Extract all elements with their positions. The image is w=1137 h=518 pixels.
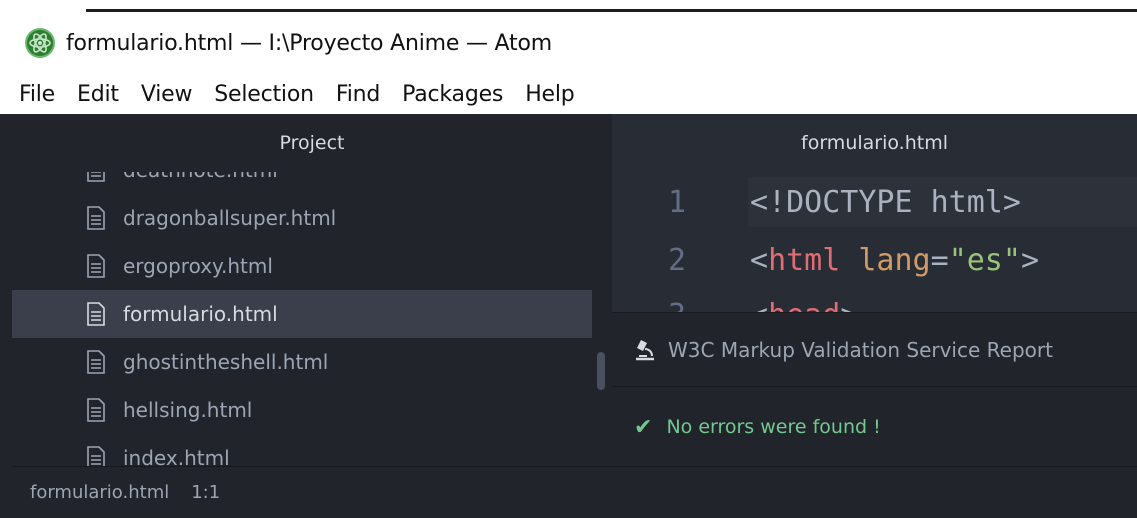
file-item-index[interactable]: index.html (12, 434, 592, 466)
code-token: < (750, 242, 769, 278)
file-item-dragonballsuper[interactable]: dragonballsuper.html (12, 194, 592, 242)
code-line-3[interactable]: 3 <head> (612, 290, 1137, 313)
status-bar: formulario.html 1:1 (12, 466, 1137, 518)
line-number: 2 (668, 242, 687, 278)
line-code: <html lang="es"> (750, 243, 1039, 278)
menu-help[interactable]: Help (514, 82, 585, 107)
file-text-icon (87, 398, 105, 422)
menu-file[interactable]: File (8, 82, 66, 107)
line-number: 1 (668, 184, 687, 220)
file-item-ergoproxy[interactable]: ergoproxy.html (12, 242, 592, 290)
menu-packages[interactable]: Packages (391, 82, 514, 107)
line-number: 3 (668, 298, 698, 313)
menu-selection[interactable]: Selection (203, 82, 325, 107)
code-token: <!DOCTYPE html> (750, 184, 1021, 220)
code-line-1[interactable]: 1 <!DOCTYPE html> (612, 177, 1137, 227)
code-token: lang (858, 242, 931, 278)
status-cursor-position[interactable]: 1:1 (191, 482, 220, 503)
project-panel-title[interactable]: Project (12, 114, 612, 172)
file-item-formulario[interactable]: formulario.html (12, 290, 592, 338)
menu-bar: File Edit View Selection Find Packages H… (0, 74, 1137, 114)
file-item-label: dragonballsuper.html (123, 206, 337, 230)
menu-edit[interactable]: Edit (66, 82, 130, 107)
validation-report-header: W3C Markup Validation Service Report (612, 313, 1137, 387)
validation-result: ✔ No errors were found ! (612, 387, 1137, 467)
file-text-icon (87, 446, 105, 466)
code-token: head (768, 298, 840, 313)
validation-result-text: No errors were found ! (666, 416, 881, 438)
file-text-icon (87, 302, 105, 326)
file-text-icon (87, 206, 105, 230)
menu-view[interactable]: View (130, 82, 203, 107)
code-token: "es" (948, 242, 1021, 278)
file-item-ghostintheshell[interactable]: ghostintheshell.html (12, 338, 592, 386)
file-text-icon (87, 254, 105, 278)
line-code: <!DOCTYPE html> (750, 185, 1021, 220)
file-list: deathnote.html dragonballsuper.html ergo… (12, 146, 592, 466)
tree-scrollbar-thumb[interactable] (597, 352, 605, 390)
file-item-label: formulario.html (123, 302, 278, 326)
status-file-name[interactable]: formulario.html (30, 482, 169, 503)
file-item-label: index.html (123, 446, 230, 466)
validation-report-title: W3C Markup Validation Service Report (668, 337, 1053, 362)
code-editor[interactable]: formulario.html 1 <!DOCTYPE html> 2 <htm… (612, 114, 1137, 312)
code-token: > (840, 298, 858, 313)
code-line-2[interactable]: 2 <html lang="es"> (612, 235, 1137, 285)
file-item-hellsing[interactable]: hellsing.html (12, 386, 592, 434)
line-code: <head> (750, 298, 858, 313)
menu-find[interactable]: Find (325, 82, 391, 107)
atom-logo-icon (25, 28, 55, 58)
code-token: = (930, 242, 949, 278)
validation-report-panel: W3C Markup Validation Service Report ✔ N… (612, 312, 1137, 466)
file-item-label: ergoproxy.html (123, 254, 273, 278)
window-title: formulario.html — I:\Proyecto Anime — At… (66, 30, 552, 56)
code-token: < (750, 298, 768, 313)
project-tree-view: Project deathnote.html dragonballsuper.h… (12, 114, 612, 466)
checkmark-icon: ✔ (634, 414, 653, 440)
window-left-border (0, 114, 12, 518)
code-token: > (1020, 242, 1039, 278)
title-bar: formulario.html — I:\Proyecto Anime — At… (0, 12, 1137, 74)
editor-tab-title[interactable]: formulario.html (612, 114, 1137, 172)
file-text-icon (87, 350, 105, 374)
code-token: html (768, 242, 841, 278)
microscope-icon (636, 339, 654, 360)
file-item-label: hellsing.html (123, 398, 253, 422)
file-item-label: ghostintheshell.html (123, 350, 329, 374)
